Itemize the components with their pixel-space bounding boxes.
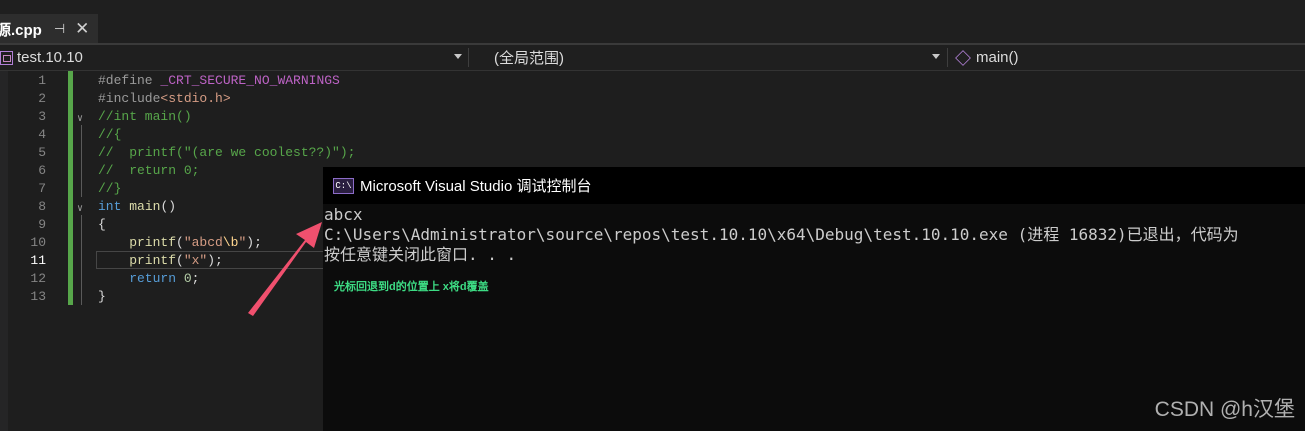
document-tab-strip: 源.cpp ⊣ ✕ xyxy=(0,0,1305,45)
code-token: ); xyxy=(207,253,223,268)
code-token: ( xyxy=(176,253,184,268)
annotation-note: 光标回退到d的位置上 x将d覆盖 xyxy=(334,281,489,293)
code-line[interactable]: 7 //} xyxy=(0,180,323,198)
code-token: //} xyxy=(98,181,122,196)
code-text: return 0; xyxy=(98,270,199,288)
code-token: int xyxy=(98,199,130,214)
project-icon xyxy=(0,50,13,65)
code-line[interactable]: 8 ∨ int main() xyxy=(0,198,323,216)
code-token: ); xyxy=(246,235,262,250)
code-text: int main() xyxy=(98,198,176,216)
code-token: #include xyxy=(98,91,161,106)
console-title: Microsoft Visual Studio 调试控制台 xyxy=(360,178,592,195)
project-dropdown[interactable]: test.10.10 xyxy=(0,47,462,68)
line-number: 11 xyxy=(30,253,46,268)
console-line: abcx xyxy=(324,205,363,224)
code-line[interactable]: 6 // return 0; xyxy=(0,162,323,180)
line-number: 10 xyxy=(30,235,46,250)
watermark: CSDN @h汉堡 xyxy=(1154,398,1295,421)
line-number: 5 xyxy=(38,145,46,160)
code-token: } xyxy=(98,289,106,304)
debug-console-window[interactable]: C:\ Microsoft Visual Studio 调试控制台 abcx C:… xyxy=(323,167,1305,431)
code-token: #define xyxy=(98,73,161,88)
console-app-icon: C:\ xyxy=(333,177,354,194)
line-number: 8 xyxy=(38,199,46,214)
scope-name: (全局范围) xyxy=(494,50,564,67)
code-editor[interactable]: 1 #define _CRT_SECURE_NO_WARNINGS 2 #includ… xyxy=(0,71,355,431)
code-line[interactable]: 3 ∨//int main() xyxy=(0,108,323,126)
line-number: 9 xyxy=(38,217,46,232)
code-token: //{ xyxy=(98,127,122,142)
code-token: "abcd xyxy=(183,235,223,250)
code-token: //int main() xyxy=(98,109,192,124)
navigation-bar: test.10.10 (全局范围) main() xyxy=(0,45,1305,71)
code-token: <stdio.h> xyxy=(160,91,231,106)
code-line[interactable]: 10 printf("abcd\b"); xyxy=(0,234,323,252)
chevron-down-icon xyxy=(454,54,462,59)
pin-icon[interactable]: ⊣ xyxy=(54,21,65,37)
code-text: printf("x"); xyxy=(98,252,223,270)
code-line[interactable]: 2 #include<stdio.h> xyxy=(0,90,323,108)
scope-dropdown[interactable]: (全局范围) xyxy=(494,47,940,68)
code-text: //} xyxy=(98,180,121,198)
console-output: abcx C:\Users\Administrator\source\repos\… xyxy=(324,205,1304,265)
code-token: printf xyxy=(98,253,177,268)
member-dropdown[interactable]: main() xyxy=(955,47,1301,68)
divider xyxy=(468,48,469,67)
code-text: #include<stdio.h> xyxy=(98,90,231,108)
line-number: 13 xyxy=(30,289,46,304)
line-number: 1 xyxy=(38,73,46,88)
tab-source-cpp[interactable]: 源.cpp ⊣ ✕ xyxy=(0,14,98,44)
close-icon[interactable]: ✕ xyxy=(75,19,89,39)
line-number: 2 xyxy=(38,91,46,106)
code-line[interactable]: 13} xyxy=(0,288,323,306)
line-number: 3 xyxy=(38,109,46,124)
code-text: printf("abcd\b"); xyxy=(98,234,262,252)
code-token: 0 xyxy=(183,271,192,286)
code-token: ( xyxy=(176,235,184,250)
code-line[interactable]: 11 printf("x"); xyxy=(0,252,323,270)
code-token: () xyxy=(160,199,177,214)
code-line[interactable]: 9{ xyxy=(0,216,323,234)
divider xyxy=(947,48,948,67)
code-text: //int main() xyxy=(98,108,192,126)
code-text: // return 0; xyxy=(98,162,199,180)
code-token: ; xyxy=(191,271,200,286)
code-line[interactable]: 5 // printf("(are we coolest??)"); xyxy=(0,144,355,162)
code-token: printf xyxy=(98,235,177,250)
code-token: \b xyxy=(222,235,239,250)
cube-icon xyxy=(955,49,971,66)
line-number: 12 xyxy=(30,271,46,286)
code-token: return xyxy=(98,271,184,286)
code-token: // return 0; xyxy=(98,163,200,178)
code-text: } xyxy=(98,288,106,306)
code-token: "x" xyxy=(183,253,208,268)
code-token: // printf("(are we coolest??)"); xyxy=(98,145,356,160)
code-token: main xyxy=(129,199,161,214)
code-text: { xyxy=(98,216,106,234)
code-token: { xyxy=(98,217,106,232)
line-number: 7 xyxy=(38,181,46,196)
code-line[interactable]: 4 //{ xyxy=(0,126,323,144)
code-line[interactable]: 12 return 0; xyxy=(0,270,323,288)
code-text: #define _CRT_SECURE_NO_WARNINGS xyxy=(98,72,340,90)
line-number: 4 xyxy=(38,127,46,142)
code-text: //{ xyxy=(98,126,121,144)
member-name: main() xyxy=(976,49,1019,66)
console-title-bar[interactable]: C:\ Microsoft Visual Studio 调试控制台 xyxy=(323,167,1305,204)
line-number: 6 xyxy=(38,163,46,178)
code-line[interactable]: 1 #define _CRT_SECURE_NO_WARNINGS xyxy=(0,72,340,90)
chevron-down-icon xyxy=(932,54,940,59)
project-name: test.10.10 xyxy=(17,49,83,66)
console-line: C:\Users\Administrator\source\repos\test… xyxy=(324,225,1239,244)
code-text: // printf("(are we coolest??)"); xyxy=(98,144,355,162)
code-token: _CRT_SECURE_NO_WARNINGS xyxy=(160,73,340,88)
console-line: 按任意键关闭此窗口. . . xyxy=(324,245,517,264)
tab-filename: 源.cpp xyxy=(0,21,42,39)
